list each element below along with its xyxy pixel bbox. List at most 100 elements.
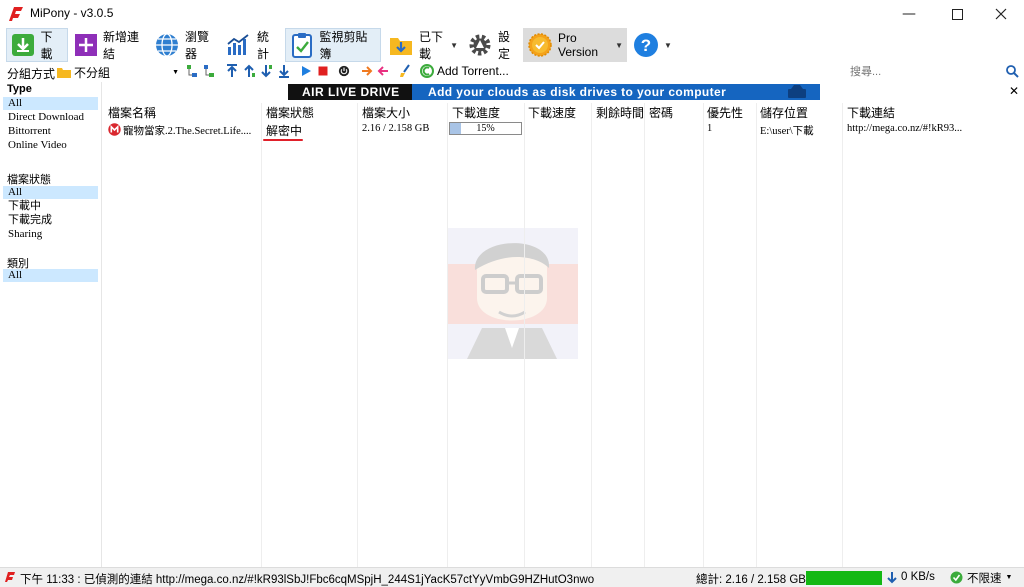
type-item-online-video[interactable]: Online Video [3, 139, 98, 152]
dropdown-caret-icon: ▼ [172, 68, 179, 76]
maximize-button[interactable] [934, 0, 980, 28]
settings-button[interactable]: 設定 [463, 28, 521, 62]
badge-icon [527, 32, 553, 58]
row-file-size: 2.16 / 2.158 GB [362, 123, 430, 134]
state-item-downloading[interactable]: 下載中 [3, 200, 98, 213]
download-icon [11, 32, 35, 58]
group-by-select[interactable]: 不分組 ▼ [57, 63, 181, 81]
row-priority: 1 [707, 123, 713, 134]
state-item-sharing[interactable]: Sharing [3, 228, 98, 241]
progress-text: 15% [476, 123, 495, 134]
type-item-direct-download[interactable]: Direct Download [3, 111, 98, 124]
globe-icon [154, 32, 180, 58]
status-bar: 下午 11:33 : 已偵測的連結 http://mega.co.nz/#!kR… [0, 567, 1024, 587]
minimize-button[interactable]: — [886, 0, 932, 28]
file-state-header: 檔案狀態 [7, 174, 51, 186]
column-header-progress[interactable]: 下載進度 [452, 104, 500, 121]
tree-collapse-icon[interactable] [203, 64, 215, 78]
add-link-button[interactable]: 新增連結 [70, 28, 148, 62]
status-speed: 0 KB/s [901, 571, 935, 583]
torrent-icon [420, 64, 434, 78]
category-item-all[interactable]: All [3, 269, 98, 282]
add-icon [74, 32, 98, 58]
state-item-all[interactable]: All [3, 186, 98, 199]
column-header-file-size[interactable]: 檔案大小 [362, 104, 410, 121]
stats-button[interactable]: 統計 [222, 28, 282, 62]
search-input[interactable] [850, 63, 1000, 80]
power-icon[interactable] [338, 64, 350, 78]
column-header-password[interactable]: 密碼 [649, 104, 673, 121]
browser-label: 瀏覽器 [185, 30, 210, 61]
download-arrow-icon [887, 572, 897, 584]
sidebar: Type All Direct Download Bittorrent Onli… [0, 82, 102, 567]
column-header-filename[interactable]: 檔案名稱 [108, 104, 156, 121]
clean-brush-icon[interactable] [399, 64, 411, 78]
column-header-location[interactable]: 儲存位置 [760, 104, 808, 121]
drive-icon [788, 85, 806, 98]
monitor-clipboard-toggle[interactable]: 監視剪貼簿 [285, 28, 381, 62]
status-total: 總計: 2.16 / 2.158 GB [696, 574, 806, 586]
banner-brand: AIR LIVE DRIVE [288, 84, 412, 100]
arrow-left-icon[interactable] [377, 64, 389, 78]
type-item-bittorrent[interactable]: Bittorrent [3, 125, 98, 138]
column-header-speed[interactable]: 下載速度 [528, 104, 576, 121]
speed-graph [806, 571, 882, 585]
annotation-underline [263, 139, 303, 141]
ad-banner[interactable]: AIR LIVE DRIVE Add your clouds as disk d… [288, 84, 820, 100]
pro-version-button[interactable]: Pro Version ▼ [523, 28, 627, 62]
column-header-priority[interactable]: 優先性 [707, 104, 743, 121]
add-torrent-button[interactable]: Add Torrent... [437, 64, 509, 78]
mipony-logo-icon [5, 572, 15, 582]
clipboard-label: 監視剪貼簿 [319, 30, 368, 61]
dropdown-caret-icon: ▼ [664, 40, 672, 50]
browser-button[interactable]: 瀏覽器 [150, 28, 220, 62]
column-header-file-state[interactable]: 檔案狀態 [266, 104, 314, 121]
move-top-icon[interactable] [226, 64, 238, 78]
clipboard-icon [290, 32, 314, 58]
stats-label: 統計 [257, 30, 270, 61]
maximize-icon [951, 8, 963, 20]
main-toolbar: 下載 新增連結 瀏覽器 統計 監視剪貼簿 已下載 ▼ 設定 Pro Versio… [0, 28, 1024, 62]
title-bar: MiPony - v3.0.5 — [0, 0, 1024, 28]
state-item-completed[interactable]: 下載完成 [3, 214, 98, 227]
stop-icon[interactable] [317, 64, 329, 78]
row-file-state: 解密中 [266, 124, 303, 138]
svg-text:?: ? [641, 36, 651, 55]
help-icon: ? [633, 32, 659, 58]
help-button[interactable]: ? ▼ [629, 28, 672, 62]
move-bottom-icon[interactable] [278, 64, 290, 78]
settings-label: 設定 [498, 30, 511, 61]
speed-limit-icon [950, 571, 963, 584]
banner-text: Add your clouds as disk drives to your c… [428, 85, 727, 99]
add-link-label: 新增連結 [103, 30, 140, 61]
download-button[interactable]: 下載 [6, 28, 68, 62]
tree-expand-icon[interactable] [186, 64, 198, 78]
folder-icon [57, 67, 71, 78]
group-by-value: 不分組 [74, 65, 111, 80]
folder-download-icon [388, 32, 414, 58]
column-header-link[interactable]: 下載連結 [847, 104, 895, 121]
arrow-right-icon[interactable] [361, 64, 373, 78]
gear-icon [467, 32, 493, 58]
download-label: 下載 [40, 30, 53, 61]
window-title: MiPony - v3.0.5 [30, 6, 114, 20]
move-down-icon[interactable] [261, 64, 273, 78]
speed-limit-select[interactable]: 不限速 ▼ [950, 569, 1020, 586]
pro-label: Pro Version [558, 31, 599, 59]
search-icon[interactable] [1006, 65, 1019, 78]
close-button[interactable] [978, 0, 1024, 28]
close-banner-icon[interactable]: ✕ [1009, 84, 1019, 98]
dropdown-caret-icon: ▼ [450, 40, 458, 50]
column-header-remaining[interactable]: 剩餘時間 [596, 104, 644, 121]
type-item-all[interactable]: All [3, 97, 98, 110]
type-header: Type [7, 83, 32, 95]
downloaded-button[interactable]: 已下載 ▼ [384, 28, 462, 62]
speed-limit-value: 不限速 [967, 572, 1002, 585]
row-location: E:\user\下載 [760, 126, 814, 137]
progress-bar: 15% [449, 122, 522, 135]
move-up-icon[interactable] [244, 64, 256, 78]
play-icon[interactable] [300, 64, 312, 78]
minimize-icon: — [902, 6, 916, 22]
download-list: 檔案名稱 檔案狀態 檔案大小 下載進度 下載速度 剩餘時間 密碼 優先性 儲存位… [103, 103, 1024, 567]
chart-icon [226, 32, 252, 58]
